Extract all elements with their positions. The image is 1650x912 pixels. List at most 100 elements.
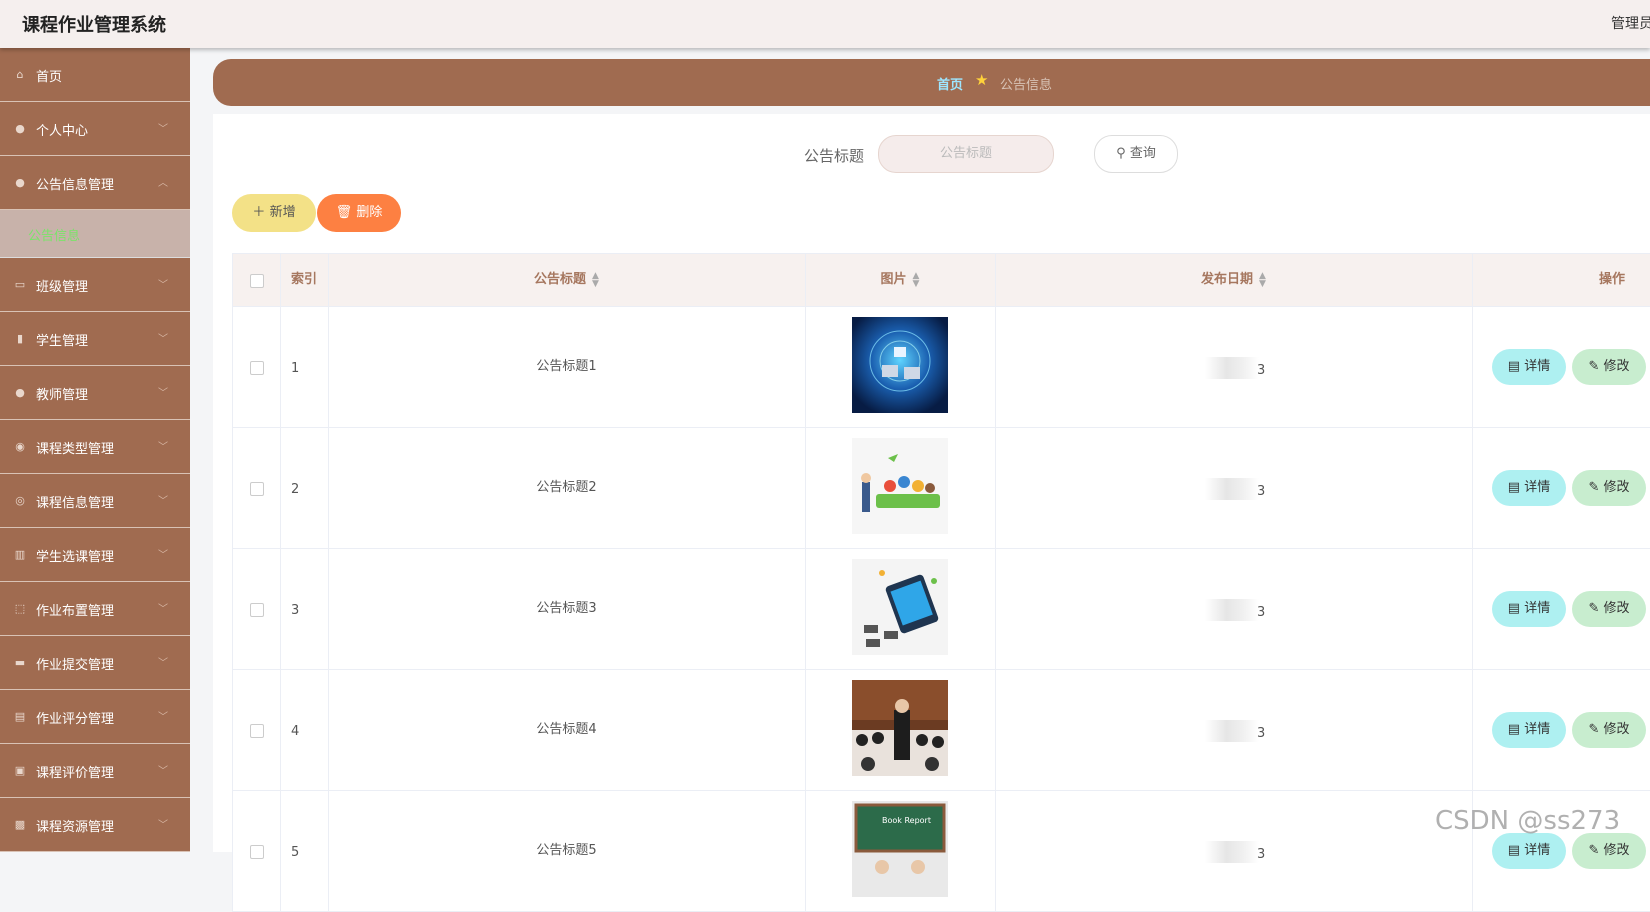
chevron-down-icon: ﹀ [158, 550, 168, 561]
user-name[interactable]: 管理员 [1611, 13, 1650, 33]
sort-icon[interactable]: ▲ ▼ [1259, 271, 1266, 288]
row-image-cell [805, 428, 996, 548]
notice-image[interactable] [852, 680, 948, 776]
row-date: 3 [1257, 605, 1266, 620]
user-icon: ● [15, 122, 25, 135]
notice-image[interactable] [852, 317, 948, 413]
add-button[interactable]: ＋ 新增 [232, 194, 316, 232]
row-title-cell: 公告标题5 [328, 791, 806, 911]
row-ops-cell: ▤ 详情 ✎ 修改 [1472, 307, 1650, 427]
top-bar: 课程作业管理系统 管理员 [0, 0, 1650, 48]
row-image-cell: Book Report [805, 791, 996, 911]
chevron-down-icon: ﹀ [158, 820, 168, 831]
row-title: 公告标题2 [536, 480, 597, 495]
sidebar-item-course-resource[interactable]: ▩ 课程资源管理 ﹀ [0, 798, 190, 852]
row-checkbox[interactable] [250, 845, 264, 859]
header-image[interactable]: 图片 ▲ ▼ [805, 254, 996, 306]
redacted-date [1205, 720, 1259, 742]
sidebar-item-label: 作业提交管理 [36, 658, 115, 673]
edit-button[interactable]: ✎ 修改 [1572, 833, 1646, 869]
sidebar-item-label: 学生选课管理 [36, 550, 115, 565]
search-input[interactable]: 公告标题 [878, 135, 1054, 173]
detail-button-label: 详情 [1524, 480, 1551, 495]
header-title[interactable]: 公告标题 ▲ ▼ [328, 254, 806, 306]
chevron-down-icon: ﹀ [158, 124, 168, 135]
sidebar-item-homework-grade[interactable]: ▤ 作业评分管理 ﹀ [0, 690, 190, 744]
document-icon: ▤ [1507, 843, 1521, 858]
redacted-date [1205, 357, 1259, 379]
sidebar-item-student[interactable]: ▮ 学生管理 ﹀ [0, 312, 190, 366]
detail-button[interactable]: ▤ 详情 [1492, 591, 1566, 627]
location-icon: ◉ [15, 440, 25, 453]
sidebar-item-label: 课程资源管理 [36, 820, 115, 835]
breadcrumb-home[interactable]: 首页 [937, 74, 963, 93]
sidebar-item-label: 教师管理 [36, 388, 89, 403]
edit-button[interactable]: ✎ 修改 [1572, 591, 1646, 627]
row-ops-cell: ▤ 详情 ✎ 修改 [1472, 670, 1650, 790]
row-index: 4 [291, 724, 300, 739]
sidebar-item-notice-mgmt[interactable]: ● 公告信息管理 ︿ [0, 156, 190, 210]
row-checkbox[interactable] [250, 361, 264, 375]
bar-chart-icon: ▥ [14, 548, 26, 561]
ticket-icon: ▬ [14, 656, 26, 669]
header-ops-label: 操作 [1599, 272, 1626, 287]
edit-button-label: 修改 [1603, 480, 1630, 495]
sidebar-item-label: 首页 [36, 70, 63, 85]
row-title: 公告标题1 [536, 359, 597, 374]
sidebar-subitem-notice[interactable]: 公告信息 [0, 210, 190, 258]
sort-icon[interactable]: ▲ ▼ [913, 271, 920, 288]
sidebar-subitem-label: 公告信息 [28, 229, 81, 244]
sidebar-item-course-info[interactable]: ◎ 课程信息管理 ﹀ [0, 474, 190, 528]
header-date[interactable]: 发布日期 ▲ ▼ [995, 254, 1473, 306]
sort-icon[interactable]: ▲ ▼ [592, 271, 599, 288]
row-checkbox-cell [233, 428, 281, 548]
row-title: 公告标题4 [536, 722, 597, 737]
query-button[interactable]: ⚲ 查询 [1094, 135, 1178, 173]
chevron-down-icon: ﹀ [158, 280, 168, 291]
chevron-down-icon: ﹀ [158, 712, 168, 723]
row-title: 公告标题3 [536, 601, 597, 616]
breadcrumb-current: 公告信息 [1000, 78, 1053, 93]
row-index: 2 [291, 482, 300, 497]
sidebar-item-course-type[interactable]: ◉ 课程类型管理 ﹀ [0, 420, 190, 474]
detail-button-label: 详情 [1524, 359, 1551, 374]
row-checkbox[interactable] [250, 482, 264, 496]
sidebar-item-course-review[interactable]: ▣ 课程评价管理 ﹀ [0, 744, 190, 798]
row-index: 3 [291, 603, 300, 618]
notice-image[interactable] [852, 438, 948, 534]
document-icon: ▤ [1507, 722, 1521, 737]
detail-button[interactable]: ▤ 详情 [1492, 833, 1566, 869]
sidebar-item-homework-assign[interactable]: ⬚ 作业布置管理 ﹀ [0, 582, 190, 636]
edit-button[interactable]: ✎ 修改 [1572, 470, 1646, 506]
row-date: 3 [1257, 726, 1266, 741]
delete-button[interactable]: 🗑 删除 [317, 194, 401, 232]
sidebar-item-home[interactable]: ⌂ 首页 [0, 48, 190, 102]
edit-button-label: 修改 [1603, 722, 1630, 737]
notice-image[interactable]: Book Report [852, 801, 948, 897]
detail-button-label: 详情 [1524, 601, 1551, 616]
select-all-checkbox[interactable] [250, 274, 264, 288]
edit-button[interactable]: ✎ 修改 [1572, 712, 1646, 748]
sidebar-item-teacher[interactable]: ● 教师管理 ﹀ [0, 366, 190, 420]
detail-button[interactable]: ▤ 详情 [1492, 470, 1566, 506]
add-button-label: 新增 [269, 205, 296, 220]
chevron-down-icon: ﹀ [158, 496, 168, 507]
pencil-icon: ✎ [1588, 480, 1600, 495]
sidebar-item-homework-submit[interactable]: ▬ 作业提交管理 ﹀ [0, 636, 190, 690]
table-row: 4 公告标题4 3 ▤ 详情 ✎ 修改 [233, 670, 1650, 791]
row-date: 3 [1257, 847, 1266, 862]
detail-button[interactable]: ▤ 详情 [1492, 349, 1566, 385]
row-checkbox[interactable] [250, 603, 264, 617]
sidebar-item-course-select[interactable]: ▥ 学生选课管理 ﹀ [0, 528, 190, 582]
row-index-cell: 4 [280, 670, 329, 790]
row-index-cell: 2 [280, 428, 329, 548]
sidebar-item-class[interactable]: ▭ 班级管理 ﹀ [0, 258, 190, 312]
row-checkbox[interactable] [250, 724, 264, 738]
row-image-cell [805, 307, 996, 427]
chevron-up-icon: ︿ [158, 178, 168, 189]
edit-button[interactable]: ✎ 修改 [1572, 349, 1646, 385]
header-index: 索引 [280, 254, 329, 306]
sidebar-item-profile[interactable]: ● 个人中心 ﹀ [0, 102, 190, 156]
notice-image[interactable] [852, 559, 948, 655]
detail-button[interactable]: ▤ 详情 [1492, 712, 1566, 748]
